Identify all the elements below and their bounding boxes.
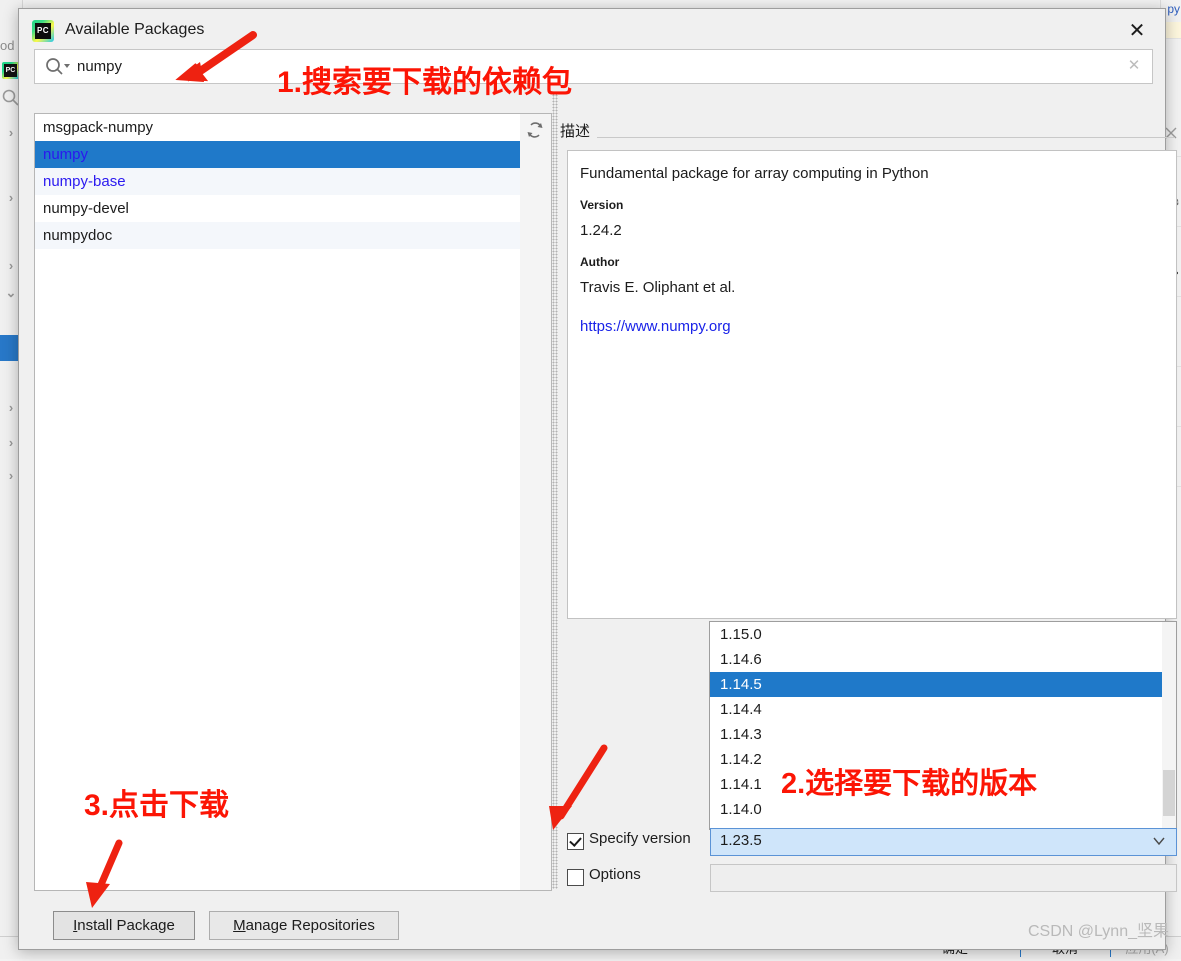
search-field[interactable]: ✕ bbox=[34, 49, 1153, 84]
manage-mnemonic: M bbox=[233, 917, 246, 934]
list-item[interactable]: msgpack-numpy bbox=[35, 114, 520, 141]
rail-chevron-icon-2[interactable]: › bbox=[3, 190, 19, 206]
package-summary: Fundamental package for array computing … bbox=[580, 165, 929, 182]
annotation-step-3: 3.点击下载 bbox=[84, 789, 230, 822]
package-name: numpy-devel bbox=[43, 200, 129, 217]
description-section-rule bbox=[597, 137, 1175, 138]
author-label: Author bbox=[580, 255, 620, 269]
author-value: Travis E. Oliphant et al. bbox=[580, 279, 736, 296]
rail-chevron-icon-3[interactable]: › bbox=[3, 258, 19, 274]
version-option-selected[interactable]: 1.14.5 bbox=[710, 672, 1176, 697]
rail-chevron-down-icon[interactable]: ⌄ bbox=[3, 285, 19, 301]
package-homepage-link[interactable]: https://www.numpy.org bbox=[580, 318, 1164, 335]
rail-chevron-icon-5[interactable]: › bbox=[3, 435, 19, 451]
package-name: numpy bbox=[43, 146, 89, 163]
install-package-button[interactable]: Install Package bbox=[53, 911, 195, 940]
rail-chevron-icon-6[interactable]: › bbox=[3, 468, 19, 484]
dialog-titlebar: PC Available Packages ✕ bbox=[19, 9, 1165, 53]
refresh-icon[interactable] bbox=[525, 120, 545, 140]
package-list[interactable]: msgpack-numpy numpy numpy-base numpy-dev… bbox=[34, 113, 521, 891]
csdn-watermark: CSDN @Lynn_坚果 bbox=[1027, 923, 1169, 940]
specify-version-checkbox-row[interactable]: Specify version bbox=[565, 829, 705, 855]
options-input bbox=[710, 864, 1177, 892]
manage-repositories-button[interactable]: Manage Repositories bbox=[209, 911, 399, 940]
manage-label-rest: anage Repositories bbox=[245, 917, 375, 934]
install-label-rest: nstall Package bbox=[77, 917, 175, 934]
search-input[interactable] bbox=[77, 50, 1097, 83]
options-label: Options bbox=[589, 866, 641, 883]
version-list-scrollbar[interactable] bbox=[1162, 622, 1176, 829]
specify-version-checkbox[interactable] bbox=[567, 833, 584, 850]
annotation-step-1: 1.搜索要下载的依赖包 bbox=[277, 66, 573, 99]
chevron-down-icon[interactable] bbox=[1152, 834, 1166, 848]
version-value: 1.24.2 bbox=[580, 222, 622, 239]
version-option[interactable]: 1.15.0 bbox=[710, 622, 1176, 647]
version-option[interactable]: 1.14.6 bbox=[710, 647, 1176, 672]
ide-left-text: od bbox=[0, 38, 15, 53]
version-label: Version bbox=[580, 198, 624, 212]
editor-code-fragment: py bbox=[1167, 2, 1180, 16]
list-item-selected[interactable]: numpy bbox=[35, 141, 520, 168]
list-item[interactable]: numpy-devel bbox=[35, 195, 520, 222]
list-item[interactable]: numpy-base bbox=[35, 168, 520, 195]
scrollbar-thumb[interactable] bbox=[1163, 770, 1175, 816]
version-option[interactable]: 1.14.3 bbox=[710, 722, 1176, 747]
description-section-label: 描述 bbox=[560, 120, 597, 141]
panel-splitter[interactable] bbox=[552, 91, 558, 889]
version-select[interactable]: 1.23.5 bbox=[710, 828, 1177, 856]
dialog-title: Available Packages bbox=[65, 21, 205, 38]
package-name: numpy-base bbox=[43, 173, 126, 190]
pycharm-icon: PC bbox=[32, 20, 54, 42]
close-icon[interactable]: ✕ bbox=[1117, 15, 1157, 47]
rail-chevron-icon-1[interactable]: › bbox=[3, 125, 19, 141]
package-name: msgpack-numpy bbox=[43, 119, 154, 136]
package-list-sidebar bbox=[520, 113, 552, 891]
annotation-step-2: 2.选择要下载的版本 bbox=[781, 768, 1038, 800]
clear-search-icon[interactable]: ✕ bbox=[1126, 58, 1142, 74]
description-panel: Fundamental package for array computing … bbox=[567, 150, 1177, 619]
package-name: numpydoc bbox=[43, 227, 113, 244]
options-checkbox-row[interactable]: Options bbox=[565, 865, 705, 891]
specify-version-label: Specify version bbox=[589, 830, 691, 847]
options-checkbox[interactable] bbox=[567, 869, 584, 886]
rail-chevron-icon-4[interactable]: › bbox=[3, 400, 19, 416]
list-item[interactable]: numpydoc bbox=[35, 222, 520, 249]
version-option[interactable]: 1.14.4 bbox=[710, 697, 1176, 722]
pycharm-icon-small bbox=[2, 62, 19, 79]
version-select-value: 1.23.5 bbox=[720, 832, 762, 849]
search-icon bbox=[45, 57, 71, 75]
